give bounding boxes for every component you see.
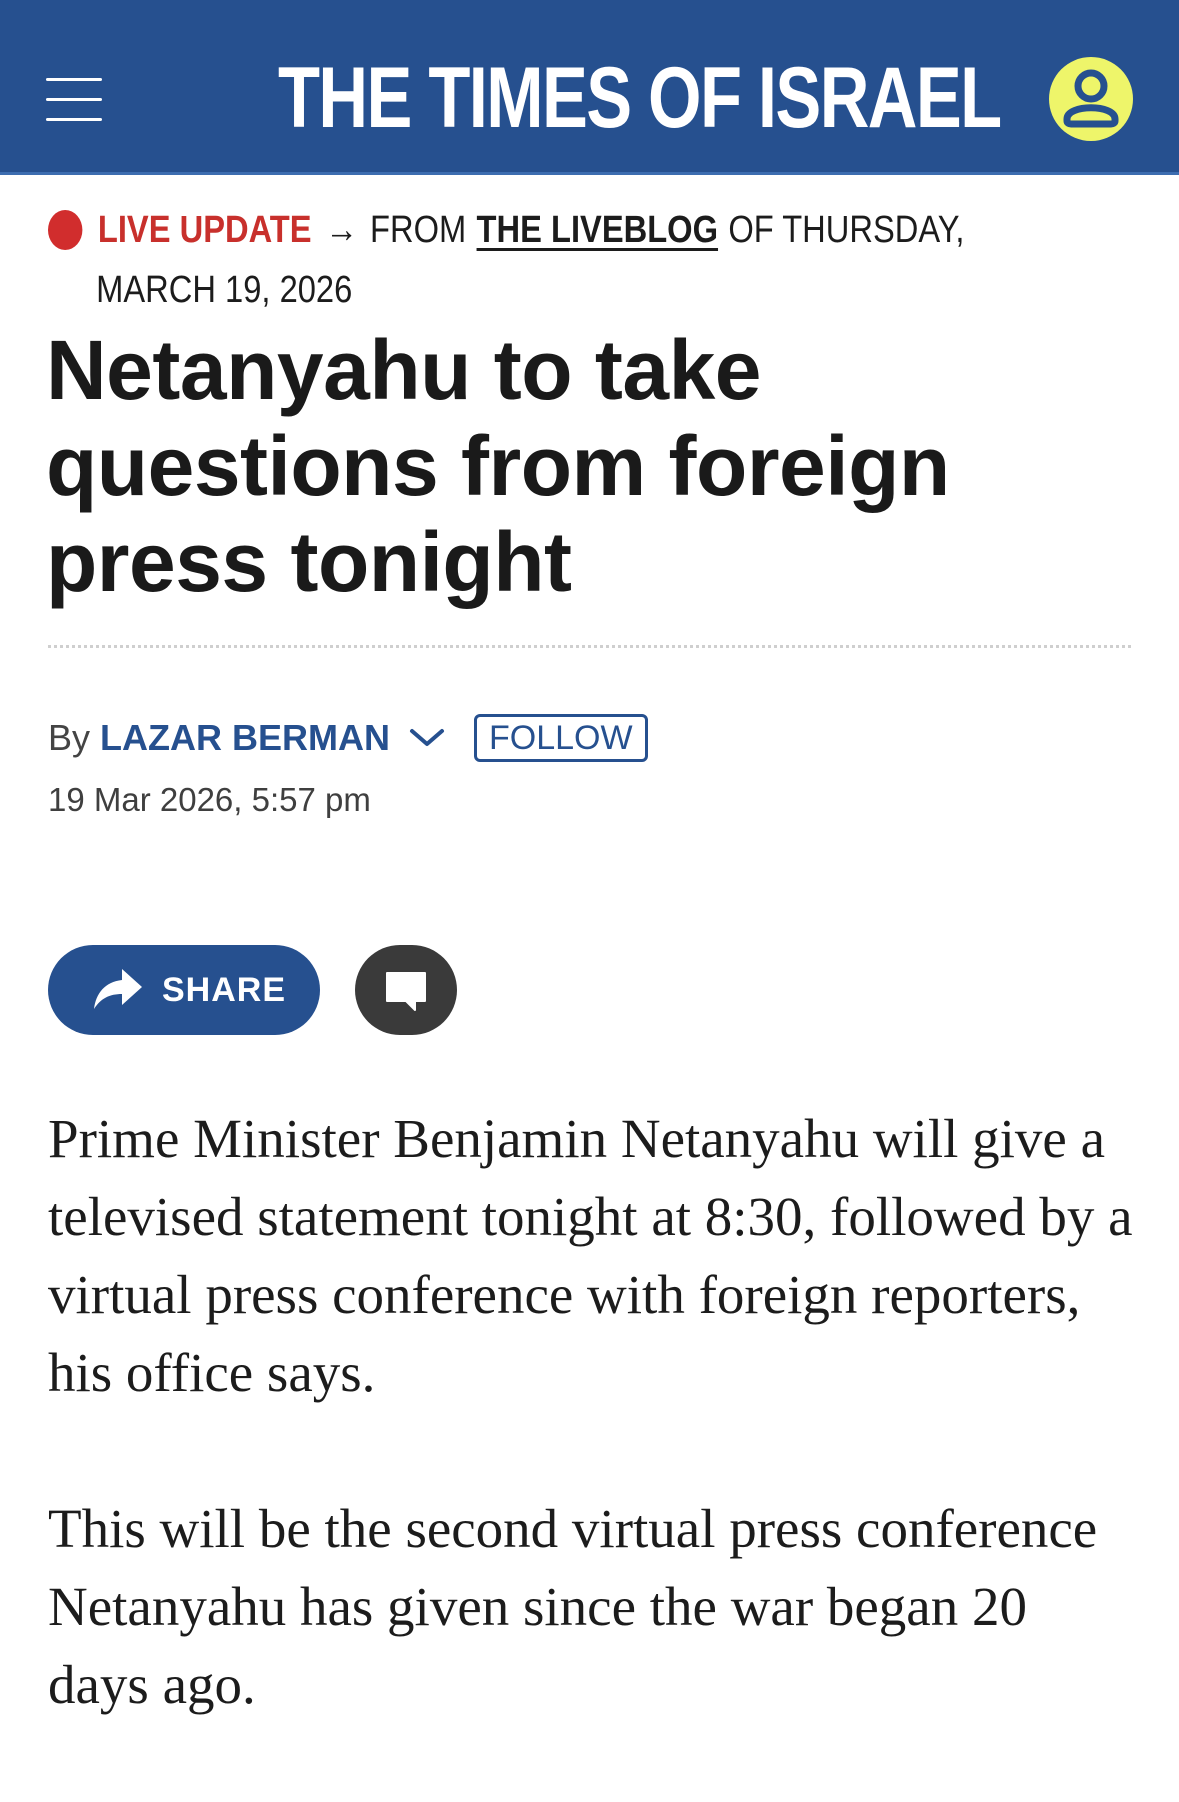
arrow-right-icon: → [325, 209, 358, 251]
kicker-from-text: FROM [370, 209, 467, 251]
live-indicator-icon [48, 210, 83, 250]
user-account-icon [1063, 69, 1119, 128]
account-button[interactable] [1049, 57, 1133, 141]
menu-button[interactable] [46, 78, 102, 122]
share-arrow-icon [94, 969, 142, 1009]
live-update-label: LIVE UPDATE [97, 209, 312, 251]
site-header: THE TIMES OF ISRAEL [0, 0, 1179, 175]
live-update-kicker: LIVE UPDATE → FROM THE LIVEBLOG OF THURS… [48, 200, 1128, 320]
comments-button[interactable] [355, 945, 457, 1035]
chevron-down-icon[interactable] [408, 726, 446, 750]
follow-button[interactable]: FOLLOW [473, 714, 648, 762]
byline: By LAZAR BERMAN FOLLOW [48, 713, 648, 763]
comment-bubble-icon [386, 972, 426, 1011]
author-name-link[interactable]: LAZAR BERMAN [100, 717, 390, 759]
hamburger-menu-icon [46, 78, 102, 81]
site-logo[interactable]: THE TIMES OF ISRAEL [278, 48, 1002, 148]
share-button[interactable]: SHARE [48, 945, 320, 1035]
article-body: Prime Minister Benjamin Netanyahu will g… [48, 1100, 1133, 1802]
publish-timestamp: 19 Mar 2026, 5:57 pm [48, 781, 371, 818]
article-paragraph: Prime Minister Benjamin Netanyahu will g… [48, 1108, 1133, 1403]
article-headline: Netanyahu to take questions from foreign… [46, 323, 950, 609]
divider [48, 645, 1131, 648]
kicker-of-text: OF THURSDAY, [728, 209, 965, 251]
liveblog-link[interactable]: THE LIVEBLOG [477, 200, 718, 260]
article-paragraph: This will be the second virtual press co… [48, 1498, 1098, 1715]
liveblog-date: MARCH 19, 2026 [96, 269, 353, 311]
share-label: SHARE [162, 971, 287, 1009]
byline-prefix: By [48, 717, 91, 758]
